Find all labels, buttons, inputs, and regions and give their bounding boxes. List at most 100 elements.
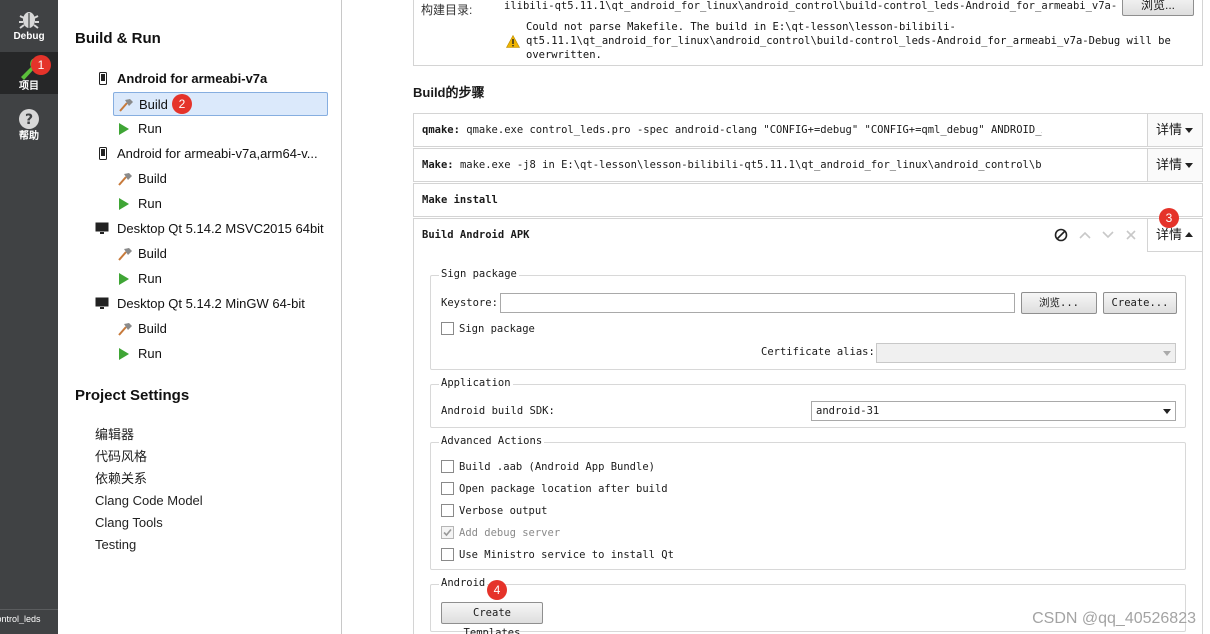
mode-debug[interactable]: Debug — [0, 4, 58, 44]
step-detail: make.exe -j8 in E:\qt-lesson\lesson-bili… — [459, 159, 1042, 171]
checkbox-label: Use Ministro service to install Qt — [459, 549, 674, 561]
settings-item-dependencies[interactable]: 依赖关系 — [95, 469, 147, 489]
checkbox-label: Build .aab (Android App Bundle) — [459, 461, 655, 473]
checkbox-box[interactable] — [441, 548, 454, 561]
desktop-icon — [95, 222, 109, 234]
build-step-make[interactable]: Make: make.exe -j8 in E:\qt-lesson\lesso… — [413, 148, 1203, 182]
step-summary: Make install — [422, 184, 1042, 216]
chevron-down-icon — [1163, 351, 1171, 356]
svg-text:?: ? — [25, 112, 33, 128]
android-build-sdk-label: Android build SDK: — [441, 405, 555, 417]
settings-item-clang-tools[interactable]: Clang Tools — [95, 513, 163, 533]
target-name: Android for armeabi-v7a,arm64-v... — [117, 146, 318, 161]
android-title: Android — [439, 577, 488, 589]
build-dir-browse-button[interactable]: 浏览... — [1122, 0, 1194, 16]
create-templates-button[interactable]: Create Templates — [441, 602, 543, 634]
sign-package-title: Sign package — [439, 268, 519, 280]
build-directory-box: 构建目录: ilibili-qt5.11.1\qt_android_for_li… — [413, 0, 1203, 66]
build-run-heading: Build & Run — [75, 30, 161, 47]
nav-item-run[interactable]: Run — [113, 192, 328, 216]
settings-item-testing[interactable]: Testing — [95, 535, 136, 555]
build-settings-panel: 构建目录: ilibili-qt5.11.1\qt_android_for_li… — [343, 0, 1210, 634]
nav-item-build-selected[interactable]: Build — [113, 92, 328, 116]
nav-item-build[interactable]: Build — [113, 317, 328, 341]
checkbox-box[interactable] — [441, 504, 454, 517]
build-dir-label: 构建目录: — [421, 3, 473, 17]
nav-item-label: Run — [138, 196, 162, 211]
nav-item-label: Run — [138, 271, 162, 286]
checkbox-box[interactable] — [441, 460, 454, 473]
checkbox-label: Open package location after build — [459, 483, 668, 495]
mode-project-label: 项目 — [19, 81, 39, 92]
sign-package-group: Sign package Keystore: 浏览... Create... S… — [430, 268, 1186, 370]
run-icon — [119, 123, 129, 135]
details-label: 详情 — [1156, 157, 1183, 172]
nav-item-run[interactable]: Run — [113, 117, 328, 141]
nav-item-label: Build — [138, 246, 167, 261]
target-name: Desktop Qt 5.14.2 MSVC2015 64bit — [117, 221, 324, 236]
warning-line: overwritten. — [526, 49, 602, 61]
nav-item-label: Build — [139, 97, 168, 112]
checkbox-box[interactable] — [441, 482, 454, 495]
warning-icon — [506, 35, 520, 48]
checkbox-box[interactable] — [441, 322, 454, 335]
move-down-icon[interactable] — [1101, 230, 1115, 240]
settings-item-code-style[interactable]: 代码风格 — [95, 447, 147, 467]
mode-project[interactable]: 项目 — [0, 52, 58, 94]
application-group: Application Android build SDK: android-3… — [430, 377, 1186, 428]
advanced-actions-title: Advanced Actions — [439, 435, 545, 447]
keystore-create-button[interactable]: Create... — [1103, 292, 1177, 314]
annotation-badge-3: 3 — [1159, 208, 1179, 228]
step-name: qmake: — [422, 124, 460, 136]
keystore-label: Keystore: — [441, 297, 498, 309]
settings-item-editor[interactable]: 编辑器 — [95, 425, 134, 445]
certificate-alias-label: Certificate alias: — [761, 346, 875, 358]
watermark: CSDN @qq_40526823 — [1032, 610, 1196, 627]
nav-item-label: Run — [138, 346, 162, 361]
move-up-icon[interactable] — [1078, 230, 1092, 240]
nav-item-run[interactable]: Run — [113, 342, 328, 366]
certificate-alias-select[interactable] — [876, 343, 1176, 363]
step-name: Make: — [422, 159, 454, 171]
run-icon — [119, 348, 129, 360]
step-name: Make install — [422, 194, 498, 206]
step-details-button[interactable]: 详情 — [1147, 149, 1202, 181]
device-icon — [99, 72, 107, 85]
build-dir-path[interactable]: ilibili-qt5.11.1\qt_android_for_linux\an… — [504, 0, 1116, 12]
mode-help-label: 帮助 — [19, 131, 39, 142]
hammer-icon — [118, 248, 132, 261]
nav-item-build[interactable]: Build — [113, 167, 328, 191]
checkbox-label: Verbose output — [459, 505, 548, 517]
step-summary: qmake: qmake.exe control_leds.pro -spec … — [422, 114, 1042, 146]
target-name: Android for armeabi-v7a — [117, 71, 268, 86]
warning-line: Could not parse Makefile. The build in E… — [526, 21, 956, 33]
hammer-icon — [118, 173, 132, 186]
chevron-down-icon — [1185, 163, 1193, 168]
checkbox-label: Sign package — [459, 323, 535, 335]
warning-message: Could not parse Makefile. The build in E… — [526, 20, 1171, 62]
nav-item-build[interactable]: Build — [113, 242, 328, 266]
run-icon — [119, 198, 129, 210]
android-build-sdk-select[interactable]: android-31 — [811, 401, 1176, 421]
step-name: Build Android APK — [422, 229, 530, 241]
annotation-badge-1: 1 — [31, 55, 51, 75]
nav-item-label: Build — [138, 171, 167, 186]
step-summary: Make: make.exe -j8 in E:\qt-lesson\lesso… — [422, 149, 1042, 181]
nav-item-run[interactable]: Run — [113, 267, 328, 291]
active-project-selector[interactable]: control_leds — [0, 614, 50, 624]
details-label: 详情 — [1156, 227, 1183, 242]
settings-item-clang-code-model[interactable]: Clang Code Model — [95, 491, 203, 511]
mode-help[interactable]: ? 帮助 — [0, 104, 58, 144]
remove-step-icon[interactable] — [1125, 229, 1137, 241]
step-details-button[interactable]: 详情 — [1147, 114, 1202, 146]
device-icon — [99, 147, 107, 160]
nav-item-label: Build — [138, 321, 167, 336]
build-step-qmake[interactable]: qmake: qmake.exe control_leds.pro -spec … — [413, 113, 1203, 147]
build-step-make-install[interactable]: Make install — [413, 183, 1203, 217]
mode-debug-label: Debug — [13, 31, 45, 42]
application-title: Application — [439, 377, 513, 389]
keystore-input[interactable] — [500, 293, 1015, 313]
keystore-browse-button[interactable]: 浏览... — [1021, 292, 1097, 314]
disable-step-icon[interactable] — [1054, 228, 1068, 242]
mode-bar: Debug 项目 ? 帮助 control_leds — [0, 0, 58, 634]
